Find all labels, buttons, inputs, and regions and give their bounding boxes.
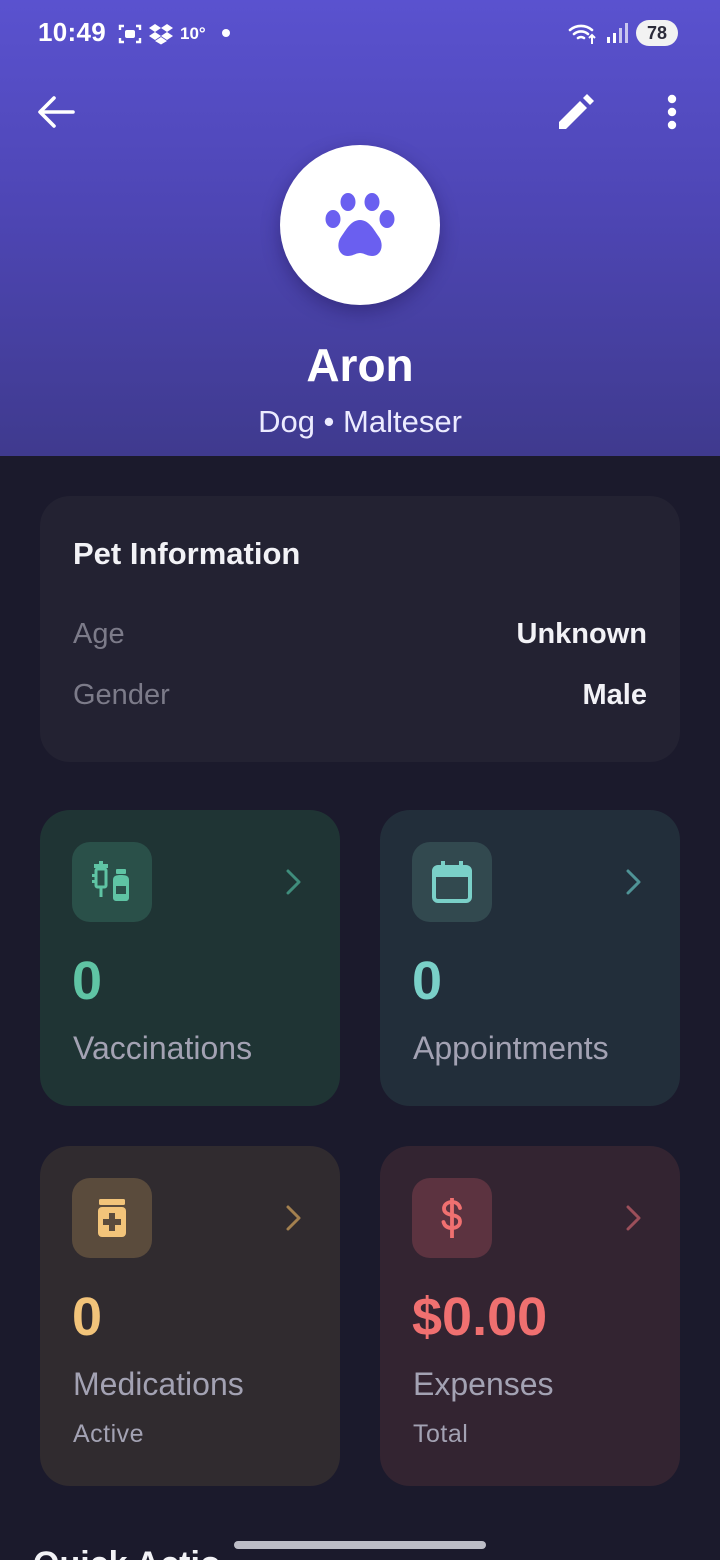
status-time: 10:49 (38, 17, 106, 47)
quick-actions-heading: Quick Actio (33, 1545, 221, 1560)
stat-icon-box (412, 842, 492, 922)
pet-name: Aron (306, 339, 414, 391)
chevron-right-icon (626, 869, 641, 895)
pencil-icon (559, 94, 594, 129)
status-system-icons: 78 (568, 20, 678, 46)
home-indicator[interactable] (234, 1541, 486, 1549)
info-row-age: Age Unknown (73, 618, 647, 658)
stat-label: Vaccinations (73, 1030, 253, 1066)
notification-dot-icon (222, 29, 230, 37)
medicine-bottle-icon (98, 1199, 126, 1237)
dropbox-icon (149, 24, 173, 45)
stat-icon-box (72, 1178, 152, 1258)
back-button[interactable] (28, 84, 84, 140)
stat-value: 0 (412, 951, 443, 1011)
battery-level: 78 (646, 22, 668, 43)
screenshot-icon (118, 24, 142, 44)
medications-card[interactable]: 0 Medications Active (40, 1146, 340, 1486)
status-bar: 10:49 10° 78 (0, 0, 720, 66)
pet-information-card: Pet Information Age Unknown Gender Male (40, 496, 680, 762)
stat-label: Medications (73, 1366, 244, 1402)
chevron-right-icon (286, 869, 301, 895)
pet-species-breed: Dog • Malteser (258, 404, 462, 439)
appointments-card[interactable]: 0 Appointments (380, 810, 680, 1106)
wifi-icon (568, 24, 596, 44)
weather-temperature: 10° (180, 24, 206, 43)
stat-value: 0 (72, 1287, 103, 1347)
info-value: Unknown (516, 618, 648, 650)
arrow-back-icon (38, 96, 75, 128)
stat-sublabel: Total (413, 1420, 469, 1448)
edit-button[interactable] (548, 84, 604, 140)
card-title: Pet Information (73, 536, 301, 571)
stat-value: $0.00 (412, 1287, 548, 1347)
stat-value: 0 (72, 951, 103, 1011)
info-label: Gender (73, 679, 170, 711)
pet-detail-screen: 10:49 10° 78 Aron Dog • Malteser Pet Inf… (0, 0, 720, 1560)
info-label: Age (73, 618, 125, 650)
info-value: Male (582, 679, 647, 711)
info-row-gender: Gender Male (73, 679, 647, 719)
more-options-button[interactable] (644, 84, 700, 140)
paw-icon (325, 193, 395, 256)
syringe-vial-icon (92, 861, 129, 901)
stat-label: Expenses (413, 1366, 554, 1402)
stat-label: Appointments (413, 1030, 609, 1066)
calendar-icon (432, 861, 472, 903)
chevron-right-icon (626, 1205, 641, 1231)
stat-sublabel: Active (73, 1420, 145, 1448)
status-notification-icons: 10° (118, 20, 206, 48)
stat-icon-box (412, 1178, 492, 1258)
profile-header: 10:49 10° 78 Aron Dog • Malteser (0, 0, 720, 456)
battery-indicator: 78 (636, 20, 678, 46)
more-vert-icon (667, 94, 677, 130)
dollar-icon (441, 1198, 462, 1238)
chevron-right-icon (286, 1205, 301, 1231)
signal-icon (607, 23, 628, 43)
expenses-card[interactable]: $0.00 Expenses Total (380, 1146, 680, 1486)
pet-avatar[interactable] (280, 145, 440, 305)
vaccinations-card[interactable]: 0 Vaccinations (40, 810, 340, 1106)
stat-icon-box (72, 842, 152, 922)
